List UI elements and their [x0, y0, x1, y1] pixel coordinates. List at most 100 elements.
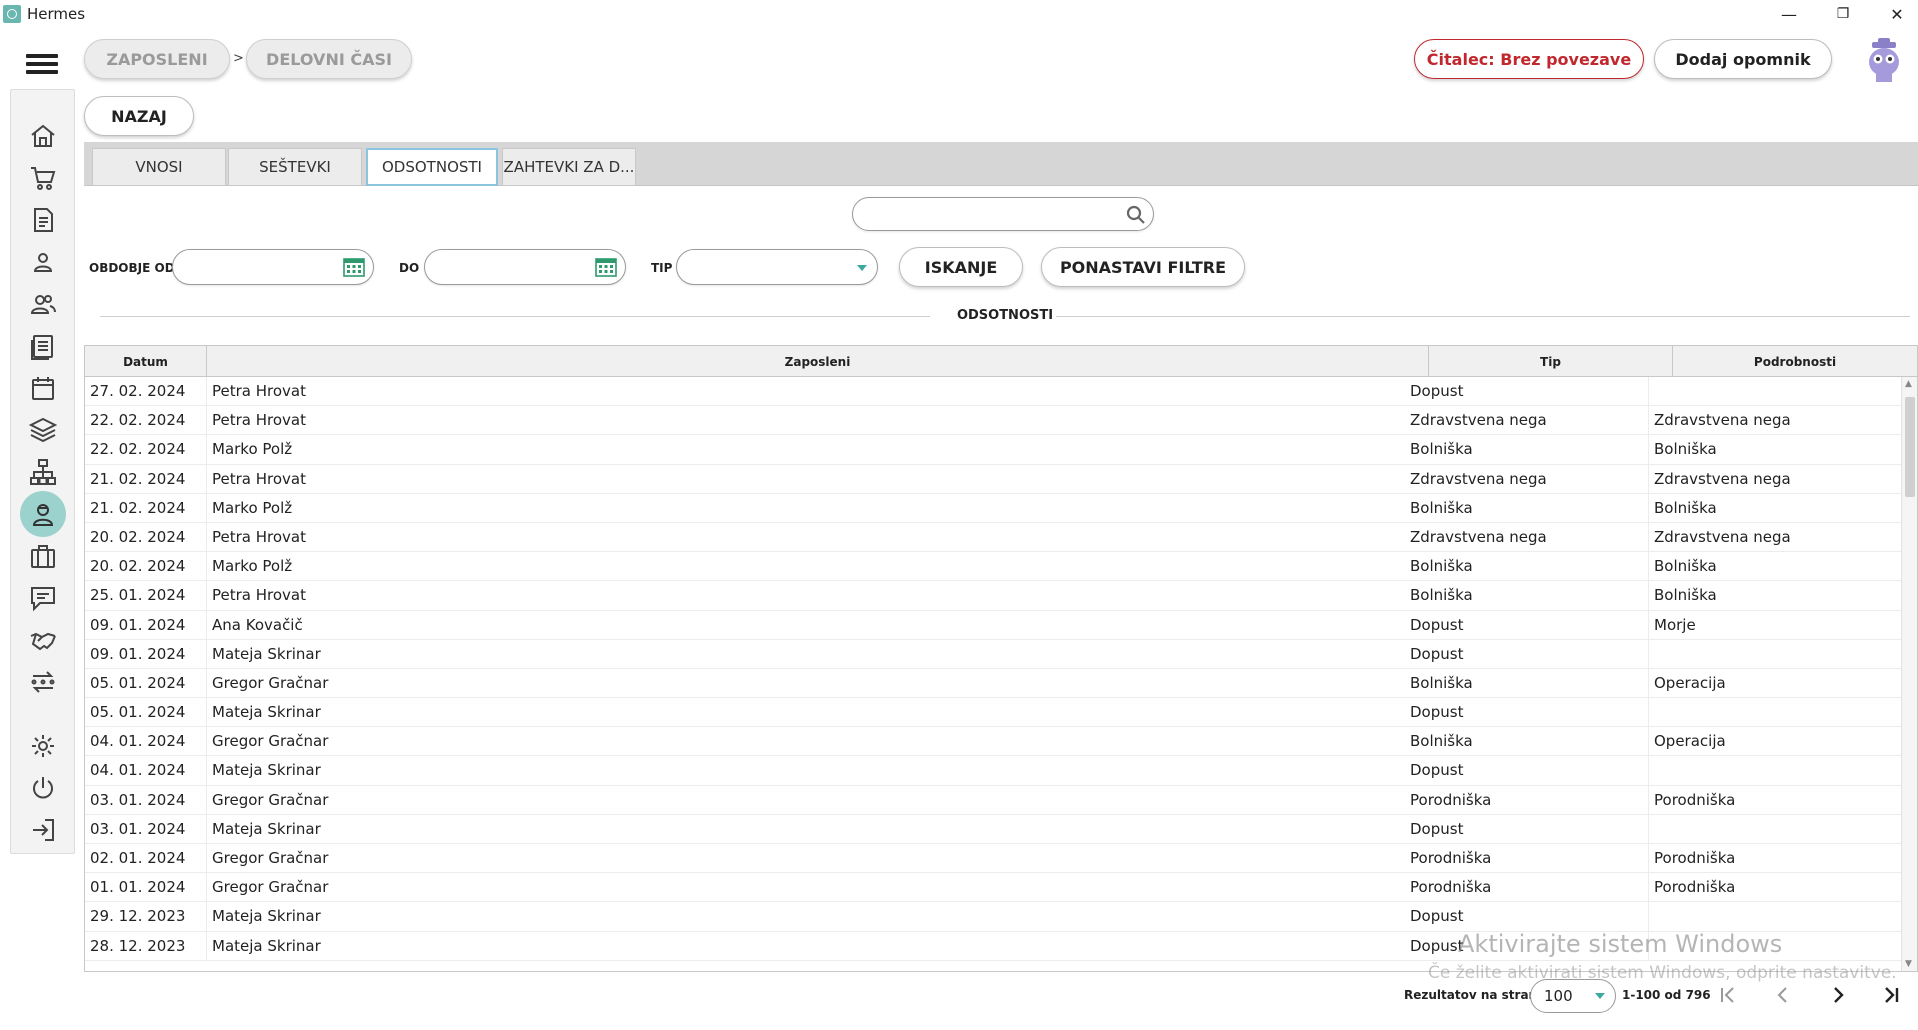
table-row[interactable]: 01. 01. 2024 Gregor Gračnar Porodniška Poro…	[85, 873, 1901, 903]
table-row[interactable]: 09. 01. 2024 Mateja Skrinar Dopust	[85, 639, 1901, 669]
cell-type: Dopust	[1405, 902, 1649, 932]
tab-bar: VNOSI SEŠTEVKI ODSOTNOSTI ZAHTEVKI ZA D.…	[84, 142, 1918, 186]
power-icon	[33, 777, 53, 799]
next-page-button[interactable]	[1825, 982, 1851, 1008]
table-row[interactable]: 20. 02. 2024 Marko Polž Bolniška Bolniška	[85, 552, 1901, 582]
sidebar-item-calendar[interactable]	[27, 372, 59, 404]
cell-type: Zdravstvena nega	[1405, 522, 1649, 552]
table-row[interactable]: 25. 01. 2024 Petra Hrovat Bolniška Bolniška	[85, 581, 1901, 611]
sidebar-item-transfers[interactable]	[27, 666, 59, 698]
tab-absences[interactable]: ODSOTNOSTI	[366, 148, 498, 186]
period-from-field[interactable]	[172, 249, 374, 285]
cell-details	[1649, 377, 1901, 406]
sidebar-item-hierarchy[interactable]	[27, 456, 59, 488]
column-header-employee[interactable]: Zaposleni	[207, 346, 1429, 377]
avatar[interactable]	[1866, 38, 1902, 82]
column-header-details[interactable]: Podrobnosti	[1673, 346, 1917, 377]
table-row[interactable]: 20. 02. 2024 Petra Hrovat Zdravstvena nega…	[85, 522, 1901, 553]
table-row[interactable]: 03. 01. 2024 Mateja Skrinar Dopust	[85, 814, 1901, 844]
table-row[interactable]: 09. 01. 2024 Ana Kovačič Dopust Morje	[85, 610, 1901, 640]
cell-details: Bolniška	[1654, 440, 1717, 459]
column-header-date[interactable]: Datum	[85, 346, 207, 377]
sidebar-item-user[interactable]	[27, 246, 59, 278]
sidebar-item-partners[interactable]	[27, 624, 59, 656]
sidebar-item-home[interactable]	[27, 120, 59, 152]
per-page-select[interactable]: 100	[1530, 979, 1616, 1013]
tab-entries[interactable]: VNOSI	[92, 148, 226, 186]
type-select[interactable]	[676, 249, 878, 285]
cell-employee: Petra Hrovat	[212, 586, 306, 605]
calendar-icon[interactable]	[595, 257, 617, 277]
sidebar-item-settings[interactable]	[27, 730, 59, 762]
sidebar-item-messages[interactable]	[27, 582, 59, 614]
type-label: TIP	[651, 261, 673, 275]
table-row[interactable]: 29. 12. 2023 Mateja Skrinar Dopust	[85, 902, 1901, 932]
table-row[interactable]: 27. 02. 2024 Petra Hrovat Dopust	[85, 377, 1901, 407]
sidebar-item-briefcase[interactable]	[27, 540, 59, 572]
table-row[interactable]: 22. 02. 2024 Marko Polž Bolniška Bolniška	[85, 435, 1901, 465]
add-reminder-button[interactable]: Dodaj opomnik	[1654, 39, 1832, 79]
table-row[interactable]: 21. 02. 2024 Marko Polž Bolniška Bolniška	[85, 493, 1901, 523]
vertical-scrollbar[interactable]: ▲ ▼	[1901, 377, 1917, 971]
tab-totals[interactable]: SEŠTEVKI	[228, 148, 362, 186]
table-row[interactable]: 22. 02. 2024 Petra Hrovat Zdravstvena nega…	[85, 406, 1901, 436]
table-row[interactable]: 05. 01. 2024 Mateja Skrinar Dopust	[85, 698, 1901, 728]
sidebar-item-list[interactable]	[27, 330, 59, 362]
restore-button[interactable]: ❐	[1816, 0, 1870, 28]
calendar-icon[interactable]	[343, 257, 365, 277]
sidebar-item-users[interactable]	[27, 288, 59, 320]
first-page-button[interactable]	[1715, 982, 1741, 1008]
section-title: ODSOTNOSTI	[100, 306, 1910, 326]
calendar-icon	[32, 377, 54, 400]
tab-requests[interactable]: ZAHTEVKI ZA D...	[502, 148, 636, 186]
reset-filters-button[interactable]: PONASTAVI FILTRE	[1041, 247, 1245, 287]
sidebar-item-employees[interactable]	[20, 491, 66, 537]
close-button[interactable]: ✕	[1870, 0, 1918, 28]
period-to-field[interactable]	[424, 249, 626, 285]
scroll-down-icon[interactable]: ▼	[1905, 959, 1912, 969]
cell-date: 21. 02. 2024	[85, 464, 207, 494]
cell-employee: Gregor Gračnar	[212, 849, 329, 867]
cell-details: Porodniška	[1654, 849, 1736, 867]
sidebar-item-layers[interactable]	[27, 414, 59, 446]
cell-date: 02. 01. 2024	[85, 844, 207, 873]
breadcrumb-work-hours[interactable]: DELOVNI ČASI	[246, 39, 412, 79]
cell-details: Bolniška	[1654, 498, 1717, 517]
search-input[interactable]	[852, 197, 1154, 231]
table-row[interactable]: 02. 01. 2024 Gregor Gračnar Porodniška Poro…	[85, 844, 1901, 874]
sidebar-item-logout[interactable]	[27, 814, 59, 846]
back-button[interactable]: NAZAJ	[84, 96, 194, 136]
cell-details: Porodniška	[1654, 878, 1736, 897]
menu-icon[interactable]	[26, 54, 58, 74]
table-row[interactable]: 04. 01. 2024 Gregor Gračnar Bolniška Operac…	[85, 727, 1901, 757]
cell-employee: Petra Hrovat	[212, 527, 306, 546]
search-button[interactable]: ISKANJE	[899, 247, 1023, 287]
scrollbar-thumb[interactable]	[1905, 397, 1915, 497]
sidebar-item-cart[interactable]	[27, 162, 59, 194]
sidebar-item-documents[interactable]	[27, 204, 59, 236]
breadcrumb-employees[interactable]: ZAPOSLENI	[84, 39, 230, 79]
column-header-type[interactable]: Tip	[1429, 346, 1673, 377]
cell-date: 20. 02. 2024	[85, 522, 207, 552]
table-row[interactable]: 03. 01. 2024 Gregor Gračnar Porodniška Poro…	[85, 785, 1901, 815]
table-row[interactable]: 04. 01. 2024 Mateja Skrinar Dopust	[85, 756, 1901, 786]
per-page-label: Rezultatov na stran	[1404, 988, 1538, 1002]
cell-type: Bolniška	[1405, 581, 1649, 611]
cell-type: Zdravstvena nega	[1405, 406, 1649, 436]
cell-type: Dopust	[1405, 756, 1649, 786]
search-icon[interactable]	[1125, 204, 1147, 226]
table-row[interactable]: 21. 02. 2024 Petra Hrovat Zdravstvena nega…	[85, 464, 1901, 494]
cell-employee: Mateja Skrinar	[212, 819, 321, 838]
minimize-button[interactable]: —	[1762, 0, 1816, 28]
prev-page-button[interactable]	[1770, 982, 1796, 1008]
last-page-button[interactable]	[1878, 982, 1904, 1008]
scroll-up-icon[interactable]: ▲	[1905, 379, 1912, 389]
windows-activation-title: Aktivirajte sistem Windows	[1458, 930, 1783, 958]
cell-date: 03. 01. 2024	[85, 785, 207, 815]
table-row[interactable]: 05. 01. 2024 Gregor Gračnar Bolniška Operac…	[85, 668, 1901, 699]
cell-employee: Petra Hrovat	[212, 469, 306, 488]
reader-status-button[interactable]: Čitalec: Brez povezave	[1414, 39, 1644, 79]
sidebar-item-power[interactable]	[27, 772, 59, 804]
per-page-value: 100	[1544, 987, 1573, 1005]
cell-employee: Mateja Skrinar	[212, 644, 321, 663]
